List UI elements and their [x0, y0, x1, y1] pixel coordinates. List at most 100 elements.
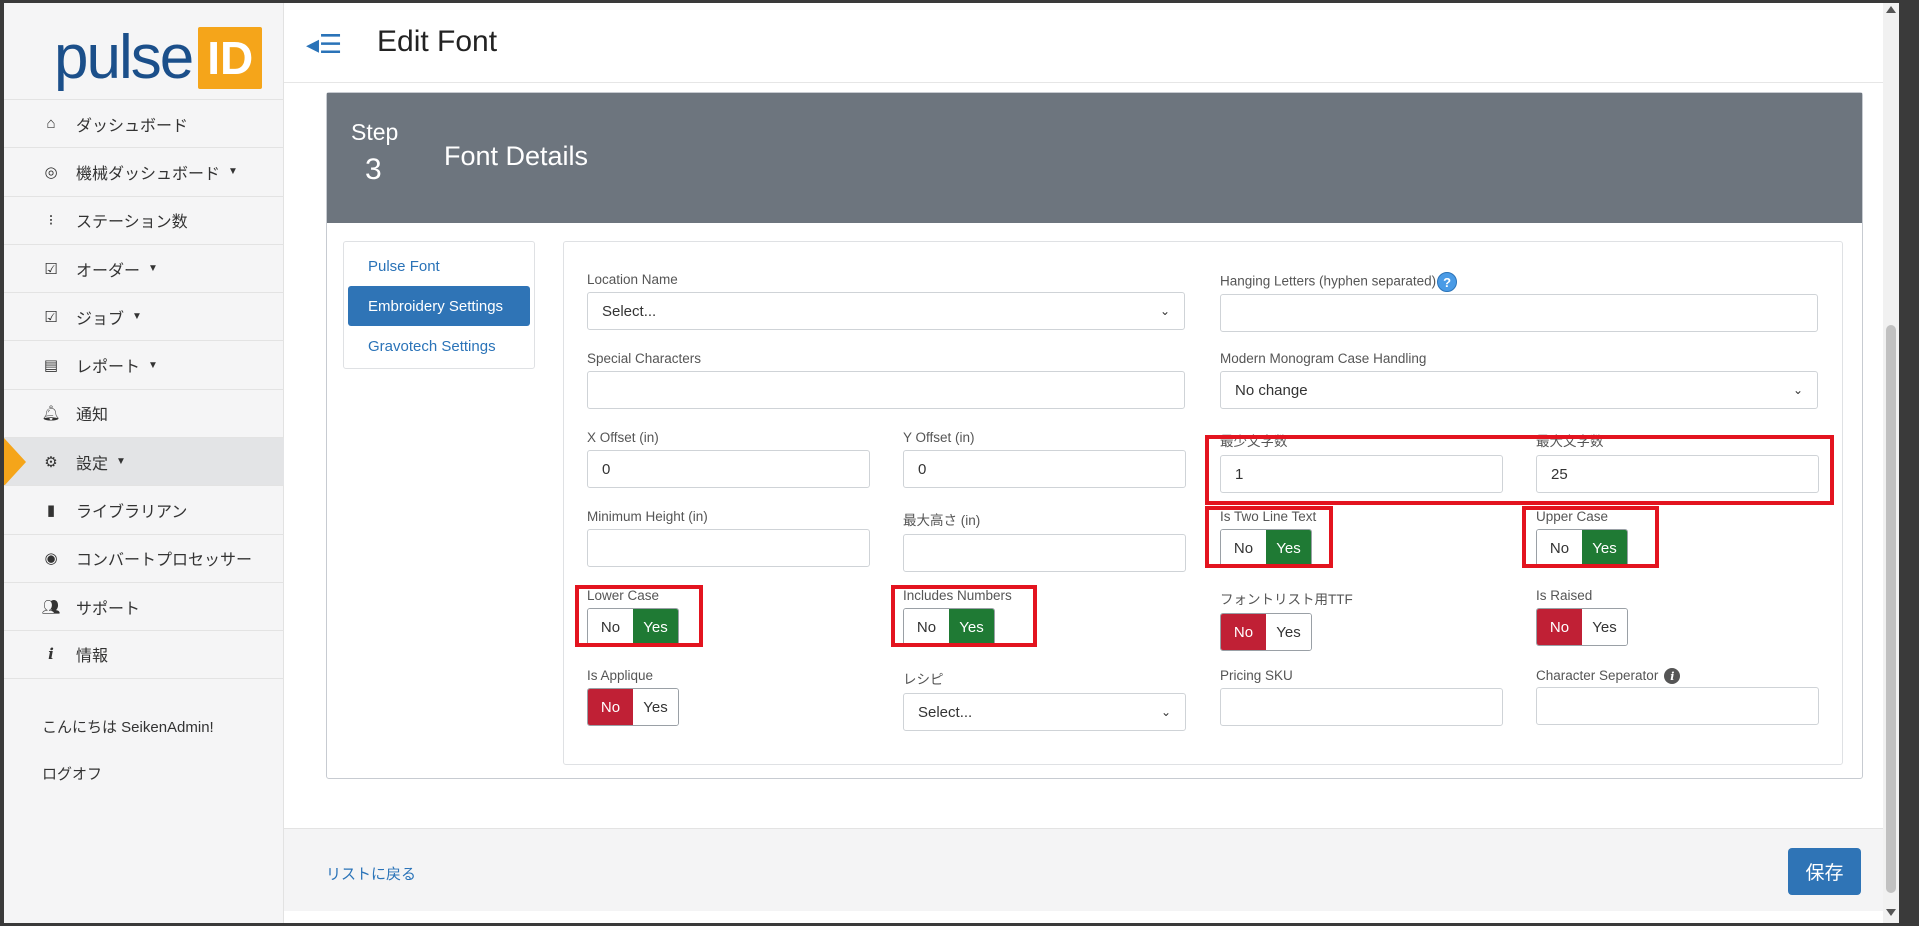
sidebar-item-dashboard[interactable]: ⌂ ダッシュボード [4, 99, 284, 147]
step-header: Step 3 Font Details [327, 93, 1862, 223]
char-separator-input[interactable] [1536, 687, 1819, 726]
monogram-case-label: Modern Monogram Case Handling [1220, 351, 1427, 366]
two-line-yes-button[interactable]: Yes [1266, 530, 1311, 566]
min-height-field: Minimum Height (in) [587, 509, 870, 567]
tab-pulse-font[interactable]: Pulse Font [348, 246, 530, 286]
max-chars-input[interactable]: 25 [1536, 455, 1819, 493]
sidebar-item-machine-dashboard[interactable]: ◎ 機械ダッシュボード ▼ [4, 147, 284, 195]
location-name-value: Select... [602, 302, 657, 320]
recipe-field: レシピ Select... ⌄ [903, 668, 1186, 731]
is-applique-yes-button[interactable]: Yes [633, 689, 678, 725]
sidebar-toggle-icon[interactable]: ◂☰ [306, 29, 342, 60]
x-offset-field: X Offset (in) 0 [587, 430, 870, 488]
is-raised-label: Is Raised [1536, 588, 1593, 603]
scrollbar-thumb[interactable] [1886, 325, 1896, 893]
is-raised-toggle: No Yes [1536, 608, 1628, 646]
checkbox-icon: ☑ [44, 308, 58, 326]
sidebar-item-label: 設定 [76, 455, 109, 473]
font-list-ttf-yes-button[interactable]: Yes [1266, 614, 1311, 650]
upper-case-no-button[interactable]: No [1537, 530, 1582, 566]
x-offset-input[interactable]: 0 [587, 450, 870, 488]
hanging-letters-input[interactable] [1220, 294, 1818, 332]
location-name-select[interactable]: Select... ⌄ [587, 292, 1185, 330]
monogram-case-select[interactable]: No change ⌄ [1220, 371, 1818, 409]
gear-icon: ⚙ [44, 453, 58, 471]
includes-numbers-yes-button[interactable]: Yes [949, 609, 994, 645]
book-icon: ▮ [46, 502, 56, 520]
special-characters-field: Special Characters [587, 351, 1185, 409]
includes-numbers-no-button[interactable]: No [904, 609, 949, 645]
sidebar-item-label: ステーション数 [76, 214, 188, 232]
hanging-letters-field: Hanging Letters (hyphen separated)? [1220, 272, 1818, 332]
sidebar-item-support[interactable]: 👥︎ サポート [4, 581, 284, 630]
scroll-down-arrow-icon[interactable] [1886, 909, 1896, 916]
step-title: Font Details [444, 141, 589, 171]
pricing-sku-label: Pricing SKU [1220, 668, 1293, 683]
save-button[interactable]: 保存 [1788, 848, 1861, 895]
page-header: ◂☰ Edit Font [284, 3, 1899, 83]
sidebar-item-label: コンバートプロセッサー [76, 552, 253, 570]
sidebar-item-reports[interactable]: ▤ レポート ▼ [4, 340, 284, 388]
two-line-toggle: No Yes [1220, 529, 1312, 567]
info-icon: i [48, 645, 54, 664]
step-label: Step [351, 119, 399, 145]
scrollbar[interactable] [1883, 3, 1899, 923]
lower-case-yes-button[interactable]: Yes [633, 609, 678, 645]
is-applique-no-button[interactable]: No [588, 689, 633, 725]
back-to-list-link[interactable]: リストに戻る [326, 863, 416, 884]
sidebar-item-label: 通知 [76, 407, 109, 425]
min-height-label: Minimum Height (in) [587, 509, 708, 524]
includes-numbers-toggle: No Yes [903, 608, 995, 646]
pricing-sku-field: Pricing SKU [1220, 668, 1503, 726]
max-chars-field: 最大文字数 25 [1536, 430, 1819, 493]
sidebar-item-label: ダッシュボード [76, 117, 189, 135]
help-icon[interactable]: ? [1437, 272, 1458, 292]
step-panel: Step 3 Font Details Pulse Font Embroider… [326, 92, 1863, 779]
logoff-link[interactable]: ログオフ [42, 763, 102, 784]
two-line-no-button[interactable]: No [1221, 530, 1266, 566]
sidebar-item-settings[interactable]: ⚙ 設定 ▼ [4, 437, 284, 487]
location-name-label: Location Name [587, 272, 678, 287]
checkbox-icon: ☑ [44, 260, 58, 278]
logo-badge: ID [198, 27, 263, 89]
char-separator-label: Character Seperator i [1536, 668, 1819, 685]
step-number: 3 [365, 153, 382, 186]
max-height-input[interactable] [903, 534, 1186, 572]
sidebar-item-stations[interactable]: ⁝ ステーション数 [4, 195, 284, 244]
min-chars-input[interactable]: 1 [1220, 455, 1503, 493]
char-separator-field: Character Seperator i [1536, 668, 1819, 726]
sidebar-item-jobs[interactable]: ☑ ジョブ ▼ [4, 292, 284, 340]
tab-gravotech-settings[interactable]: Gravotech Settings [348, 326, 530, 366]
y-offset-input[interactable]: 0 [903, 450, 1186, 488]
x-offset-label: X Offset (in) [587, 430, 659, 445]
lower-case-label: Lower Case [587, 588, 660, 603]
sidebar-item-label: オーダー [76, 262, 141, 280]
is-applique-label: Is Applique [587, 668, 654, 683]
is-raised-yes-button[interactable]: Yes [1582, 609, 1627, 645]
max-chars-label: 最大文字数 [1536, 434, 1604, 449]
min-height-input[interactable] [587, 529, 870, 567]
sidebar-item-info[interactable]: i 情報 [4, 630, 284, 679]
scroll-up-arrow-icon[interactable] [1886, 6, 1896, 13]
pricing-sku-input[interactable] [1220, 688, 1503, 726]
max-height-label: 最大高さ (in) [903, 513, 981, 528]
sidebar: pulse ID ⌂ ダッシュボード ◎ 機械ダッシュボード ▼ ⁝ ステーショ… [4, 3, 284, 923]
page-title: Edit Font [377, 25, 498, 58]
sidebar-item-orders[interactable]: ☑ オーダー ▼ [4, 243, 284, 292]
font-list-ttf-no-button[interactable]: No [1221, 614, 1266, 650]
hanging-letters-label: Hanging Letters (hyphen separated)? [1220, 272, 1818, 292]
sidebar-item-notifications[interactable]: 🔔︎ 通知 [4, 388, 284, 437]
lower-case-no-button[interactable]: No [588, 609, 633, 645]
pulseid-logo[interactable]: pulse ID [54, 17, 263, 89]
recipe-value: Select... [918, 703, 973, 721]
is-raised-no-button[interactable]: No [1537, 609, 1582, 645]
special-characters-input[interactable] [587, 371, 1185, 409]
sidebar-item-label: ライブラリアン [76, 504, 188, 522]
upper-case-yes-button[interactable]: Yes [1582, 530, 1627, 566]
tab-embroidery-settings[interactable]: Embroidery Settings [348, 286, 530, 326]
info-icon[interactable]: i [1664, 668, 1681, 685]
recipe-select[interactable]: Select... ⌄ [903, 693, 1186, 731]
sidebar-item-convert-processor[interactable]: ◉ コンバートプロセッサー [4, 533, 284, 582]
is-applique-field: Is Applique No Yes [587, 668, 679, 726]
sidebar-item-librarian[interactable]: ▮ ライブラリアン [4, 485, 284, 533]
